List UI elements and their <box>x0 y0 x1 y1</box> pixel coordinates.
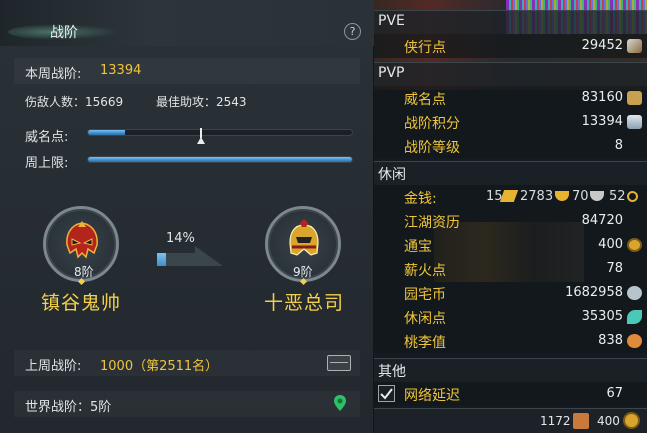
row-value: 29452 <box>581 38 623 53</box>
section-pvp: PVP <box>374 62 647 86</box>
row-value: 13394 <box>581 114 623 129</box>
row-label: 通宝 <box>404 239 432 255</box>
row-xiaxing: 侠行点 29452 <box>374 34 647 58</box>
bottom-status-bar: 1172 400 <box>374 408 647 433</box>
current-rank-name: 镇谷鬼帅 <box>41 292 122 314</box>
map-pin-icon[interactable] <box>333 394 347 412</box>
row-label: 战阶等级 <box>404 140 460 156</box>
week-cap-label: 周上限: <box>25 156 69 171</box>
next-rank-arrow <box>195 246 223 266</box>
section-leisure: 休闲 <box>374 161 647 185</box>
row-taoli: 桃李值 838 <box>374 329 647 353</box>
row-value: 84720 <box>581 213 623 228</box>
row-value: 838 <box>598 333 623 348</box>
row-leisure-points: 休闲点 35305 <box>374 305 647 329</box>
row-label: 园宅币 <box>404 287 446 303</box>
ingot-count: 2783 <box>520 189 554 204</box>
week-cap-bar <box>87 156 353 163</box>
crest-icon <box>627 115 642 129</box>
row-label: 网络延迟 <box>404 388 460 404</box>
leaf-icon <box>627 310 642 324</box>
row-label: 江湖资历 <box>404 215 460 231</box>
fame-label: 威名点: <box>25 130 69 145</box>
silver-icon <box>590 191 604 201</box>
current-rank-level: 8阶 <box>74 265 94 279</box>
row-xinhuo: 薪火点 78 <box>374 257 647 281</box>
fame-progress-bar <box>87 129 353 136</box>
row-fame: 威名点 83160 <box>374 86 647 110</box>
row-value: 1682958 <box>565 285 623 300</box>
row-label: 侠行点 <box>404 40 446 56</box>
money-label: 金钱: <box>404 191 437 207</box>
next-rank-progress-bar <box>157 253 195 266</box>
row-label: 桃李值 <box>404 335 446 351</box>
bottom-count-b: 400 <box>597 414 620 428</box>
week-rank-label: 本周战阶: <box>25 67 82 82</box>
fame-threshold-marker <box>197 137 206 144</box>
last-week-label: 上周战阶: <box>25 359 82 374</box>
general-helmet-icon <box>289 219 319 256</box>
row-label: 战阶积分 <box>404 116 460 132</box>
next-rank-progress-fill <box>157 253 167 266</box>
fame-token-icon <box>627 91 642 105</box>
row-value: 35305 <box>581 309 623 324</box>
row-value: 400 <box>598 237 623 252</box>
boot-icon <box>573 413 589 429</box>
row-jianghu: 江湖资历 84720 <box>374 209 647 233</box>
kills-count: 伤敌人数：15669 <box>25 95 124 109</box>
next-rank-percent: 14% <box>166 231 195 246</box>
row-tongbao: 通宝 400 <box>374 233 647 257</box>
row-value: 67 <box>606 386 623 401</box>
week-rank-value: 13394 <box>100 63 142 78</box>
house-coin-icon <box>627 286 642 300</box>
section-pve: PVE <box>374 10 647 34</box>
row-rank-level: 战阶等级 8 <box>374 134 647 158</box>
next-rank-name: 十恶总司 <box>264 292 345 314</box>
assist-count: 最佳助攻：2543 <box>156 95 247 109</box>
coin-icon <box>623 412 640 429</box>
last-week-value: 1000（第2511名） <box>100 359 219 374</box>
row-network-latency: 网络延迟 67 <box>374 382 647 406</box>
row-label: 威名点 <box>404 92 446 108</box>
row-value: 83160 <box>581 90 623 105</box>
bottom-count-a: 1172 <box>540 414 571 428</box>
currency-panel: PVE 侠行点 29452 PVP 威名点 83160 战阶积分 13394 战… <box>374 0 647 433</box>
sword-icon <box>627 39 642 53</box>
copper-coin-icon <box>627 191 638 202</box>
coin-count: 52 <box>609 189 626 204</box>
row-label: 薪火点 <box>404 263 446 279</box>
world-rank-text: 世界战阶：5阶 <box>25 400 112 415</box>
panel-title: 战阶 <box>50 25 78 41</box>
row-label: 休闲点 <box>404 311 446 327</box>
latency-checkbox[interactable] <box>378 385 395 402</box>
gold-bar-icon <box>499 190 519 202</box>
row-value: 8 <box>614 138 623 153</box>
week-cap-fill <box>88 157 352 162</box>
help-button[interactable]: ? <box>344 23 361 40</box>
row-house-coin: 园宅币 1682958 <box>374 281 647 305</box>
warrior-helmet-icon <box>66 221 98 259</box>
fame-threshold-tick <box>200 128 203 138</box>
section-other: 其他 <box>374 358 647 382</box>
row-value: 78 <box>606 261 623 276</box>
fame-progress-fill <box>88 130 125 135</box>
panel-header: 战阶 ? <box>0 0 374 46</box>
ingot-icon <box>555 191 569 201</box>
peach-icon <box>627 334 642 348</box>
coin-icon <box>627 238 642 252</box>
silver-count: 70 <box>572 189 589 204</box>
row-money: 金钱: 15 2783 70 52 <box>374 185 647 209</box>
row-rank-points: 战阶积分 13394 <box>374 110 647 134</box>
battle-rank-panel: 战阶 ? 本周战阶: 13394 伤敌人数：15669 最佳助攻：2543 威名… <box>0 0 374 433</box>
reward-chest-button[interactable] <box>327 355 351 371</box>
